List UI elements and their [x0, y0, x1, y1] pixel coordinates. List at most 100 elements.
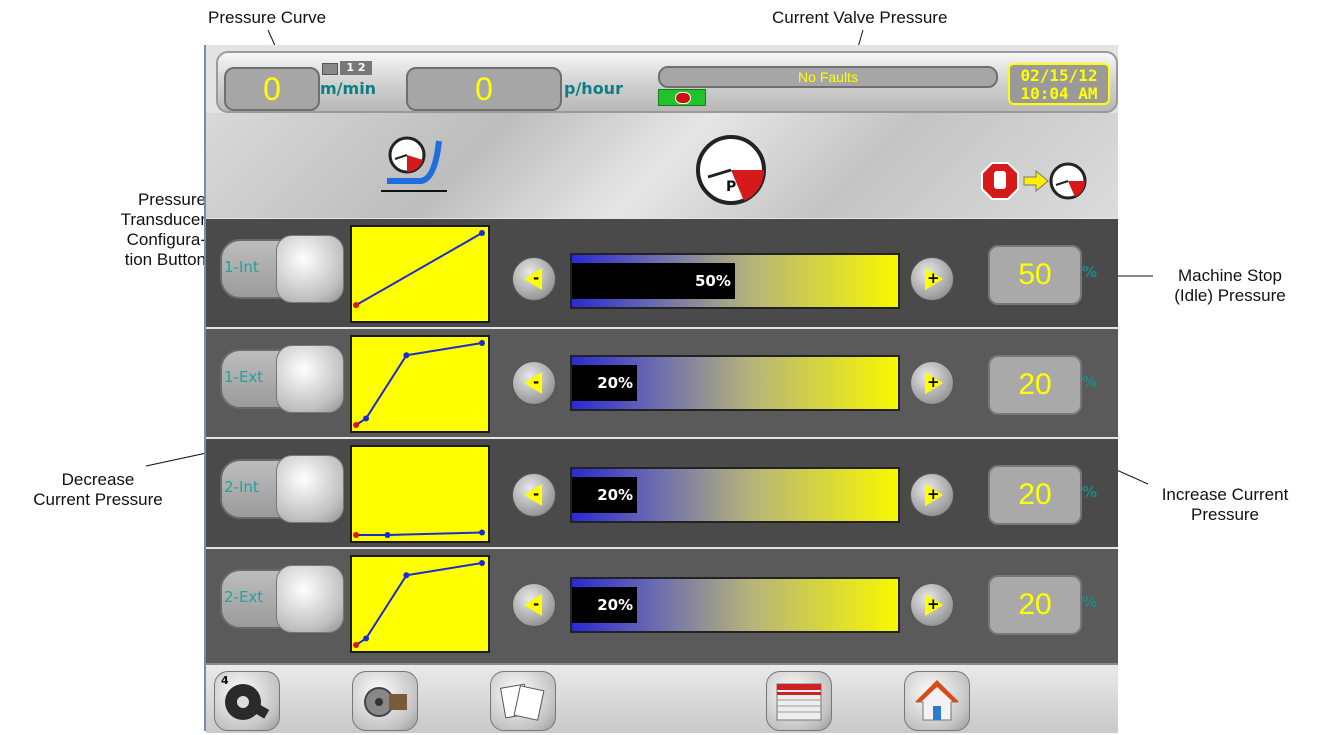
time-text: 10:04 AM [1020, 84, 1098, 103]
decrease-pressure-button[interactable]: - [512, 583, 556, 627]
svg-text:P: P [726, 179, 736, 195]
idle-pressure-value[interactable]: 20 [988, 575, 1082, 635]
column-icon-strip: P [206, 113, 1118, 218]
transducer-config-button[interactable]: 1-Int [220, 235, 344, 303]
motor-icon [364, 687, 407, 717]
date-text: 02/15/12 [1020, 66, 1098, 85]
callout-line: Pressure [137, 190, 206, 209]
valve-pressure-bar: 20% [570, 355, 900, 411]
plus-icon: + [927, 373, 940, 391]
transducer-config-button[interactable]: 2-Ext [220, 565, 344, 633]
minus-icon: - [533, 485, 540, 503]
pressure-row: 2-Ext - 20% + 20 % [206, 549, 1118, 663]
pressure-curve-graph[interactable] [350, 445, 490, 543]
pages-button[interactable] [490, 671, 556, 731]
callout-increase: Increase Current Pressure [1150, 485, 1300, 525]
transducer-config-button[interactable]: 2-Int [220, 455, 344, 523]
rate-display: 0 [406, 67, 562, 111]
curve-line [355, 342, 483, 426]
bottom-toolbar: 4 [206, 663, 1118, 733]
curve-point [403, 572, 410, 579]
motor-button[interactable] [352, 671, 418, 731]
increase-pressure-button[interactable]: + [910, 583, 954, 627]
valve-pressure-bar: 50% [570, 253, 900, 309]
pressure-curve-icon [381, 136, 447, 192]
wrench-config-button[interactable]: 4 [214, 671, 280, 731]
valve-pressure-percent: 20% [597, 374, 634, 392]
pressure-curve-graph[interactable] [350, 335, 490, 433]
pressure-gauge-icon: P [696, 135, 766, 205]
idle-pressure-value[interactable]: 20 [988, 355, 1082, 415]
increase-pressure-button[interactable]: + [910, 473, 954, 517]
fault-indicator-icon[interactable] [658, 89, 706, 106]
pressure-curve-graph[interactable] [350, 555, 490, 653]
increase-pressure-button[interactable]: + [910, 361, 954, 405]
home-icon [915, 680, 959, 721]
callout-line: Decrease [61, 470, 135, 489]
decrease-pressure-button[interactable]: - [512, 361, 556, 405]
curve-point [479, 230, 485, 236]
pressure-curve-graph[interactable] [350, 225, 490, 323]
callout-line: (Idle) Pressure [1174, 286, 1286, 305]
idle-pressure-unit: % [1082, 373, 1098, 391]
minus-icon: - [533, 373, 540, 391]
valve-pressure-percent: 20% [597, 596, 634, 614]
curve-point [363, 635, 370, 642]
datetime-display: 02/15/12 10:04 AM [1008, 63, 1110, 105]
idle-pressure-unit: % [1082, 593, 1098, 611]
stop-to-gauge-icon [981, 162, 1087, 200]
callout-line: Transducer [120, 210, 206, 229]
pressure-row: 2-Int - 20% + 20 % [206, 439, 1118, 547]
curve-line [355, 562, 483, 646]
increase-pressure-button[interactable]: + [910, 257, 954, 301]
home-button[interactable] [904, 671, 970, 731]
curve-point [479, 340, 485, 346]
badge-number: 4 [221, 674, 229, 687]
fault-status[interactable]: No Faults [658, 66, 998, 88]
callout-machine-stop: Machine Stop (Idle) Pressure [1160, 266, 1300, 306]
curve-line [356, 531, 483, 536]
curve-point [384, 532, 391, 538]
curve-point [353, 422, 359, 428]
callout-line: Machine Stop [1178, 266, 1282, 285]
callout-current-valve-pressure: Current Valve Pressure [772, 8, 948, 27]
wrench-gauge-icon [276, 345, 344, 413]
curve-line [355, 232, 483, 307]
wrench-gauge-icon [276, 565, 344, 633]
fault-lamp-icon [675, 92, 691, 104]
valve-pressure-bar: 20% [570, 467, 900, 523]
pressure-row: 1-Ext - 20% + 20 % [206, 329, 1118, 437]
transducer-label: 2-Ext [224, 588, 264, 606]
decrease-pressure-button[interactable]: - [512, 257, 556, 301]
curve-point [353, 302, 359, 309]
callout-line: Configura- [126, 230, 206, 249]
speed-unit: m/min [320, 79, 377, 98]
line-indicator: 1 2 [340, 61, 372, 75]
callout-pressure-transducer: Pressure Transducer Configura- tion Butt… [66, 190, 206, 270]
idle-pressure-unit: % [1082, 483, 1098, 501]
wrench-gauge-icon [276, 455, 344, 523]
plus-icon: + [927, 269, 940, 287]
idle-pressure-value[interactable]: 20 [988, 465, 1082, 525]
idle-pressure-value[interactable]: 50 [988, 245, 1082, 305]
callout-pressure-curve: Pressure Curve [208, 8, 327, 27]
valve-pressure-percent: 50% [695, 272, 731, 290]
pages-icon [499, 683, 545, 721]
callout-line: Current Pressure [33, 490, 163, 509]
valve-pressure-bar: 20% [570, 577, 900, 633]
curve-point [363, 415, 370, 422]
curve-point [353, 532, 359, 538]
log-list-icon [776, 683, 822, 721]
idle-pressure-unit: % [1082, 263, 1098, 281]
minus-icon: - [533, 595, 540, 613]
decrease-pressure-button[interactable]: - [512, 473, 556, 517]
plus-icon: + [927, 595, 940, 613]
plus-icon: + [927, 485, 940, 503]
line-indicator-icon [322, 63, 338, 75]
transducer-label: 2-Int [224, 478, 259, 496]
transducer-label: 1-Int [224, 258, 259, 276]
transducer-config-button[interactable]: 1-Ext [220, 345, 344, 413]
log-list-button[interactable] [766, 671, 832, 731]
curve-point [479, 560, 485, 566]
curve-point [353, 642, 359, 648]
